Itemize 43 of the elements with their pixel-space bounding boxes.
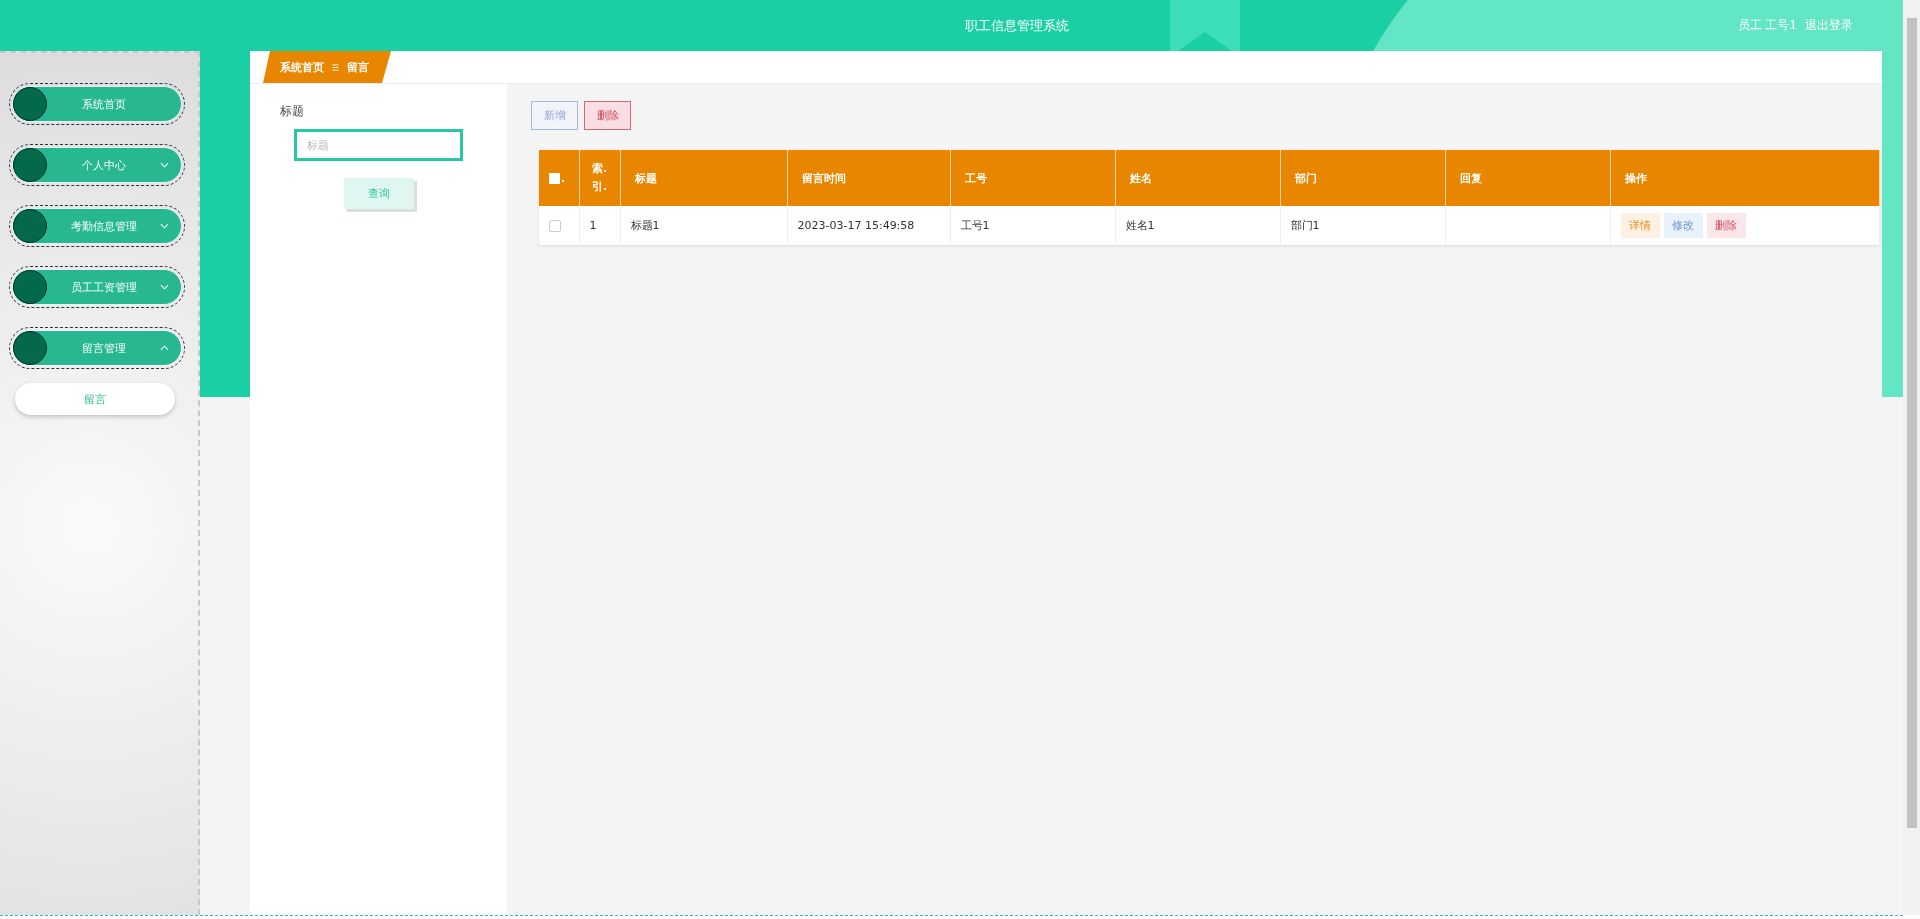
column-header: 留言时间 [801,171,846,185]
circle-icon [13,331,47,365]
scrollbar[interactable] [1903,0,1920,915]
app-title: 职工信息管理系统 [964,16,1069,35]
sidebar-menu-item[interactable]: 员工工资管理 [12,269,182,305]
title-search-field[interactable]: 标题 [294,129,463,161]
separator-icon [332,63,339,71]
delete-button[interactable]: 删除 [584,101,631,130]
column-header: 部门 [1294,171,1317,185]
sidebar-menu-item[interactable]: 考勤信息管理 [12,208,182,244]
column-header: 标题 [634,171,657,185]
breadcrumb-link[interactable]: 留言 [347,59,369,75]
user-label: 员工 工号1 [1737,17,1797,34]
edit-button[interactable]: 修改 [1663,213,1703,238]
table-cell: 标题1 [630,219,660,232]
circle-icon [13,148,47,182]
checkbox[interactable] [549,219,561,232]
table-cell: 工号1 [960,219,990,232]
column-header: 操作 [1624,171,1647,185]
sidebar-menu-item[interactable]: 系统首页 [12,86,182,122]
field-label: 标题 [280,103,305,120]
submenu-item[interactable]: 留言 [15,383,175,415]
sidebar-menu-item[interactable]: 个人中心 [12,147,182,183]
column-header: . [561,171,566,185]
column-header: 姓名 [1129,171,1152,185]
table-cell: 1 [589,219,597,232]
circle-icon [13,87,47,121]
column-header: 工号 [964,171,987,185]
column-header: 回复 [1459,171,1482,185]
checkbox[interactable] [549,172,560,184]
add-button[interactable]: 新增 [531,101,578,130]
table-cell: 部门1 [1290,219,1320,232]
sidebar-menu-item[interactable]: 留言管理 [12,330,182,366]
table-cell: 2023-03-17 15:49:58 [797,219,915,232]
column-header: 索.引. [590,161,609,195]
detail-button[interactable]: 详情 [1620,213,1660,238]
breadcrumb-link[interactable]: 系统首页 [280,59,324,75]
delete-button[interactable]: 删除 [1706,213,1746,238]
circle-icon [13,270,47,304]
query-button[interactable]: 查询 [344,178,414,209]
circle-icon [13,209,47,243]
table-cell: 姓名1 [1125,219,1155,232]
logout-link[interactable]: 退出登录 [1805,17,1853,34]
